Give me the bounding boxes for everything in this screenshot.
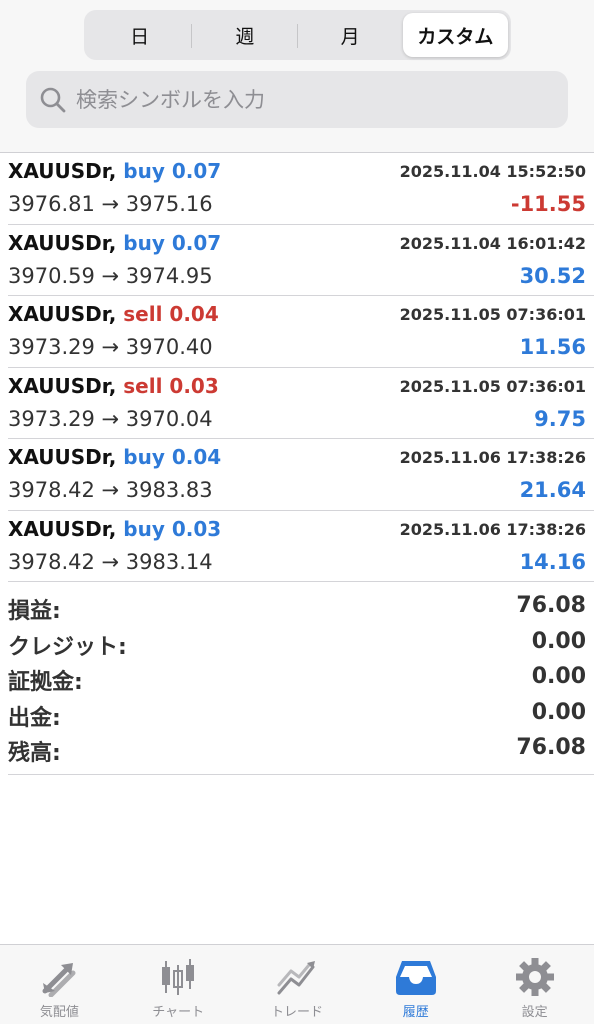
- trade-symbol: XAUUSDr,: [8, 445, 117, 469]
- quotes-arrows-icon: [42, 963, 76, 997]
- trade-prices: 3978.42 → 3983.83: [8, 478, 213, 502]
- trade-side-volume: sell 0.04: [123, 302, 219, 326]
- trade-symbol: XAUUSDr,: [8, 516, 117, 541]
- search-input[interactable]: [76, 87, 536, 112]
- tab-label: トレード: [270, 1005, 323, 1020]
- trade-title: XAUUSDr, buy 0.03: [8, 517, 221, 541]
- trade-prices: 3978.42 → 3983.14: [8, 549, 213, 574]
- tab-day[interactable]: 日: [87, 13, 193, 57]
- table-row[interactable]: XAUUSDr, buy 0.03 2025.11.06 17:38:26 39…: [8, 511, 594, 582]
- table-row[interactable]: XAUUSDr, buy 0.07 2025.11.04 15:52:50 39…: [8, 153, 594, 225]
- summary-label: 損益:: [8, 599, 61, 624]
- summary-label: 出金:: [8, 705, 61, 731]
- summary-row-credit: クレジット: 0.00: [8, 626, 594, 662]
- tab-week[interactable]: 週: [192, 13, 298, 57]
- trade-side-volume: sell 0.03: [123, 373, 219, 398]
- trade-title: XAUUSDr, buy 0.04: [8, 445, 221, 469]
- trade-symbol: XAUUSDr,: [8, 302, 117, 326]
- trade-prices: 3976.81 → 3975.16: [8, 192, 213, 216]
- trade-profit: -11.55: [510, 192, 586, 216]
- summary-label: クレジット:: [8, 634, 127, 660]
- tab-chart[interactable]: チャート: [119, 945, 238, 1024]
- candlestick-chart-icon: [162, 959, 195, 995]
- trade-prices: 3973.29 → 3970.40: [8, 335, 213, 359]
- trade-history-list: XAUUSDr, buy 0.07 2025.11.04 15:52:50 39…: [0, 152, 594, 582]
- trade-prices: 3973.29 → 3970.04: [8, 406, 213, 431]
- tab-label: 設定: [521, 1005, 548, 1020]
- header-area: 日 週 月 カスタム: [0, 0, 594, 152]
- tab-label: 履歴: [402, 1005, 429, 1020]
- summary-value: 0.00: [531, 664, 586, 689]
- trade-title: XAUUSDr, sell 0.04: [8, 302, 219, 326]
- trade-profit: 9.75: [534, 406, 586, 431]
- search-icon: [38, 85, 68, 115]
- tab-label: 気配値: [39, 1005, 79, 1020]
- bottom-tab-bar: 気配値 チャート トレード 履歴 設定: [0, 944, 594, 1024]
- tab-settings[interactable]: 設定: [475, 945, 594, 1024]
- summary-label: 残高:: [8, 741, 61, 766]
- trade-symbol: XAUUSDr,: [8, 230, 117, 255]
- inbox-tray-icon: [395, 961, 436, 995]
- summary-value: 76.08: [516, 593, 586, 618]
- trade-datetime: 2025.11.05 07:36:01: [399, 305, 586, 324]
- trade-datetime: 2025.11.05 07:36:01: [399, 376, 586, 396]
- trade-side-volume: buy 0.03: [123, 516, 222, 541]
- trade-side-volume: buy 0.07: [123, 159, 222, 183]
- trade-title: XAUUSDr, buy 0.07: [8, 159, 221, 183]
- summary-row-balance: 残高: 76.08: [8, 732, 594, 768]
- search-bar[interactable]: [26, 71, 568, 128]
- trade-symbol: XAUUSDr,: [8, 159, 117, 183]
- trade-profit: 30.52: [519, 263, 586, 288]
- tab-custom[interactable]: カスタム: [402, 13, 508, 57]
- table-row[interactable]: XAUUSDr, sell 0.04 2025.11.05 07:36:01 3…: [8, 296, 594, 368]
- tab-trade[interactable]: トレード: [238, 945, 357, 1024]
- gear-icon: [515, 958, 554, 996]
- period-segmented-control: 日 週 月 カスタム: [84, 10, 511, 60]
- tab-history[interactable]: 履歴: [356, 945, 475, 1024]
- trade-datetime: 2025.11.06 17:38:26: [399, 519, 586, 539]
- trade-prices: 3970.59 → 3974.95: [8, 263, 213, 288]
- tab-label: チャート: [152, 1005, 205, 1020]
- trade-side-volume: buy 0.04: [123, 445, 222, 469]
- summary-row-margin: 証拠金: 0.00: [8, 661, 594, 697]
- tab-month[interactable]: 月: [298, 13, 403, 57]
- account-summary: 損益: 76.08 クレジット: 0.00 証拠金: 0.00 出金: 0.00…: [8, 590, 594, 775]
- trade-profit: 11.56: [519, 335, 586, 359]
- trade-datetime: 2025.11.04 16:01:42: [399, 233, 586, 253]
- summary-value: 0.00: [531, 628, 586, 654]
- trade-profit: 14.16: [519, 549, 586, 574]
- table-row[interactable]: XAUUSDr, buy 0.07 2025.11.04 16:01:42 39…: [8, 225, 594, 296]
- trade-datetime: 2025.11.06 17:38:26: [399, 448, 586, 467]
- tab-quotes[interactable]: 気配値: [0, 945, 119, 1024]
- trade-profit: 21.64: [519, 478, 586, 502]
- table-row[interactable]: XAUUSDr, sell 0.03 2025.11.05 07:36:01 3…: [8, 368, 594, 439]
- trade-title: XAUUSDr, sell 0.03: [8, 374, 219, 398]
- trade-title: XAUUSDr, buy 0.07: [8, 231, 221, 255]
- trade-side-volume: buy 0.07: [123, 230, 222, 255]
- trade-datetime: 2025.11.04 15:52:50: [399, 162, 586, 181]
- trade-symbol: XAUUSDr,: [8, 373, 117, 398]
- summary-value: 76.08: [516, 735, 586, 760]
- summary-label: 証拠金:: [8, 670, 83, 695]
- summary-row-withdrawal: 出金: 0.00: [8, 697, 594, 733]
- summary-value: 0.00: [531, 699, 586, 725]
- table-row[interactable]: XAUUSDr, buy 0.04 2025.11.06 17:38:26 39…: [8, 439, 594, 511]
- summary-row-profit: 損益: 76.08: [8, 590, 594, 626]
- trade-trend-icon: [277, 961, 315, 995]
